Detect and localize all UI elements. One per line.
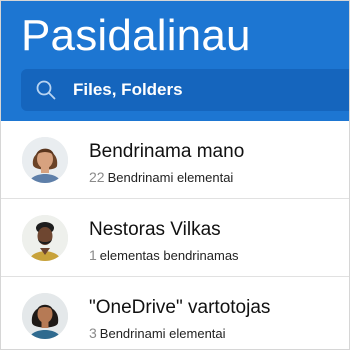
woman-avatar bbox=[22, 137, 68, 183]
header: Pasidalinau bbox=[1, 1, 349, 121]
share-item-bendrinama-mano[interactable]: Bendrinama mano 22 Bendrinami elementai bbox=[1, 121, 349, 199]
share-item-meta: 1 elementas bendrinamas bbox=[89, 247, 239, 263]
search-bar[interactable] bbox=[21, 69, 349, 111]
share-item-nestoras-vilkas[interactable]: Nestoras Vilkas 1 elementas bendrinamas bbox=[1, 199, 349, 277]
share-item-onedrive-vartotojas[interactable]: "OneDrive" vartotojas 3 Bendrinami elemen… bbox=[1, 277, 349, 349]
share-item-count: 1 bbox=[89, 247, 97, 263]
app-frame: Pasidalinau Files, Folders Bendrinama ma… bbox=[0, 0, 350, 350]
share-item-name: Nestoras Vilkas bbox=[89, 219, 221, 240]
share-item-description: Bendrinami elementai bbox=[99, 326, 226, 341]
search-icon bbox=[35, 79, 57, 101]
woman-avatar bbox=[22, 293, 68, 339]
search-input[interactable] bbox=[73, 69, 333, 111]
share-item-meta: 22 Bendrinami elementai bbox=[89, 169, 233, 185]
share-item-meta: 3 Bendrinami elementai bbox=[89, 325, 226, 341]
share-list: Bendrinama mano 22 Bendrinami elementai N… bbox=[1, 121, 349, 349]
page-title: Pasidalinau bbox=[21, 11, 251, 60]
share-item-count: 22 bbox=[89, 169, 105, 185]
share-item-count: 3 bbox=[89, 325, 97, 341]
share-item-description: elementas bendrinamas bbox=[99, 248, 239, 263]
share-item-name: "OneDrive" vartotojas bbox=[89, 297, 271, 318]
man-avatar bbox=[22, 215, 68, 261]
share-item-description: Bendrinami elementai bbox=[107, 170, 234, 185]
share-item-name: Bendrinama mano bbox=[89, 141, 245, 162]
